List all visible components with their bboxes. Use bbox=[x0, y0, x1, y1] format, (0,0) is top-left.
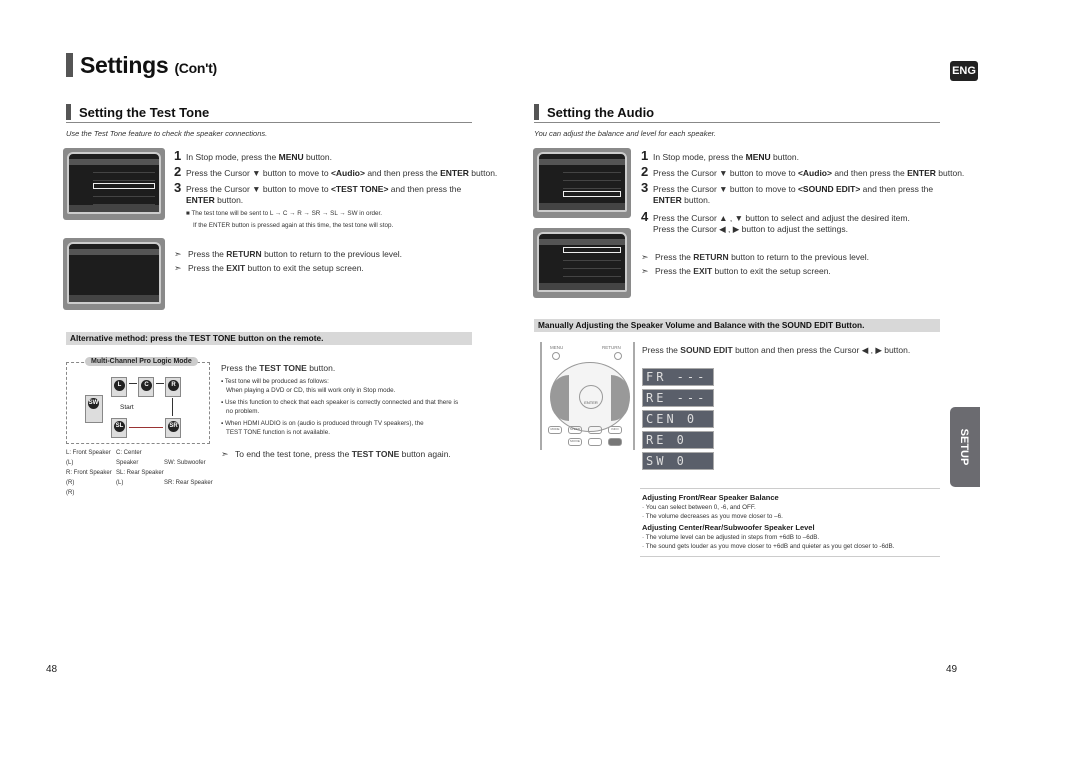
step-3-note-1: ■ The test tone will be sent to L → C → … bbox=[186, 210, 383, 217]
step-3: 3 Press the Cursor ▼ button to move to <T… bbox=[174, 180, 462, 205]
remote-speed-button: SPEED bbox=[568, 426, 582, 434]
arrow-tip-icon: ➣ bbox=[641, 266, 649, 276]
remote-right-button bbox=[611, 375, 629, 421]
lcd-subwoofer: SW 0 bbox=[642, 452, 714, 470]
info-divider-top bbox=[640, 488, 940, 489]
tip-return: ➣ Press the RETURN button to return to th… bbox=[174, 249, 403, 259]
arrow-sr-sl bbox=[129, 427, 163, 428]
remote-movie-button: MOVIE bbox=[568, 438, 582, 446]
remote-return-button bbox=[614, 352, 622, 360]
alternative-method-bar: Alternative method: press the TEST TONE … bbox=[66, 332, 472, 345]
remote-left-button bbox=[551, 375, 569, 421]
info-divider-bottom bbox=[640, 556, 940, 557]
remote-test-tone-button bbox=[588, 438, 602, 446]
remote-dpad: ENTER bbox=[550, 362, 630, 432]
step-2: 2 Press the Cursor ▼ button to move to <A… bbox=[174, 164, 498, 179]
page-title: Settings (Con't) bbox=[80, 52, 217, 79]
remote-return-label: RETURN bbox=[602, 345, 621, 350]
remote-sound-edit-button bbox=[608, 438, 622, 446]
alt-lead: Press the TEST TONE button. bbox=[221, 363, 336, 373]
tip-return: ➣ Press the RETURN button to return to th… bbox=[641, 252, 870, 262]
step-3: 3 Press the Cursor ▼ button to move to <S… bbox=[641, 180, 934, 205]
remote-enter-button: ENTER bbox=[579, 385, 603, 409]
manual-adjust-bar: Manually Adjusting the Speaker Volume an… bbox=[534, 319, 940, 332]
section-title-test-tone: Setting the Test Tone bbox=[79, 105, 210, 120]
arrow-l-c bbox=[129, 383, 137, 384]
title-bar-accent bbox=[66, 53, 73, 77]
speaker-subwoofer: SW bbox=[85, 395, 103, 423]
lcd-center: CEN 0 bbox=[642, 410, 714, 428]
level-title: Adjusting Center/Rear/Subwoofer Speaker … bbox=[642, 523, 815, 532]
sound-edit-lead: Press the SOUND EDIT button and then pre… bbox=[642, 345, 911, 355]
section-intro: You can adjust the balance and level for… bbox=[534, 129, 716, 138]
section-bar-accent bbox=[534, 104, 539, 120]
remote-mode-button: MODE bbox=[548, 426, 562, 434]
arrow-tip-icon: ➣ bbox=[174, 263, 182, 273]
speaker-center: C bbox=[138, 377, 154, 397]
menu-screenshot-sound-edit bbox=[533, 148, 631, 218]
page-number-right: 49 bbox=[946, 664, 958, 675]
remote-illustration: MENU RETURN ENTER MODE SPEED INFO MOVIE bbox=[540, 342, 635, 450]
lcd-rear: RE ---◇--- bbox=[642, 389, 714, 421]
speaker-rear-right: SR bbox=[165, 418, 181, 438]
step-2: 2 Press the Cursor ▼ button to move to <A… bbox=[641, 164, 965, 179]
remote-menu-button bbox=[552, 352, 560, 360]
arrow-tip-icon: ➣ bbox=[221, 449, 229, 459]
setup-side-tab: SETUP bbox=[950, 407, 980, 487]
language-badge: ENG bbox=[950, 61, 978, 81]
lcd-rear-level: RE 0 bbox=[642, 431, 714, 449]
page-number-left: 48 bbox=[46, 664, 58, 675]
tip-end-test-tone: ➣ To end the test tone, press the TEST TO… bbox=[221, 449, 451, 459]
arrow-tip-icon: ➣ bbox=[174, 249, 182, 259]
menu-screenshot-audio bbox=[63, 148, 165, 220]
test-tone-screenshot bbox=[63, 238, 165, 310]
speaker-front-left: L bbox=[111, 377, 127, 397]
section-intro: Use the Test Tone feature to check the s… bbox=[66, 129, 268, 138]
level-bullets: · The volume level can be adjusted in st… bbox=[642, 534, 895, 550]
step-1: 1 In Stop mode, press the MENU button. bbox=[174, 148, 332, 163]
section-divider bbox=[534, 122, 940, 123]
page-title-text: Settings bbox=[80, 52, 169, 78]
start-label: Start bbox=[120, 404, 134, 411]
remote-blank-button bbox=[588, 426, 602, 434]
arrow-tip-icon: ➣ bbox=[641, 252, 649, 262]
remote-info-button: INFO bbox=[608, 426, 622, 434]
speaker-rear-left: SL bbox=[111, 418, 127, 438]
sound-edit-screenshot bbox=[533, 228, 631, 298]
lcd-front: FR ---◇--- bbox=[642, 368, 714, 400]
tip-exit: ➣ Press the EXIT button to exit the setup… bbox=[641, 266, 831, 276]
diagram-title: Multi-Channel Pro Logic Mode bbox=[85, 357, 198, 366]
page-title-suffix: (Con't) bbox=[174, 60, 217, 76]
arrow-c-r bbox=[156, 383, 164, 384]
section-bar-accent bbox=[66, 104, 71, 120]
step-3-note-2: If the ENTER button is pressed again at … bbox=[193, 222, 394, 229]
balance-title: Adjusting Front/Rear Speaker Balance bbox=[642, 493, 779, 502]
arrow-r-sr bbox=[172, 398, 173, 416]
alt-bullets: ▪ Test tone will be produced as follows:… bbox=[221, 378, 459, 436]
remote-menu-label: MENU bbox=[550, 345, 564, 350]
balance-bullets: · You can select between 0, -6, and OFF.… bbox=[642, 504, 783, 520]
step-1: 1 In Stop mode, press the MENU button. bbox=[641, 148, 799, 163]
speaker-legend: L: Front Speaker (L)C: Center Speaker SW:… bbox=[66, 450, 213, 496]
tip-exit: ➣ Press the EXIT button to exit the setup… bbox=[174, 263, 364, 273]
speaker-front-right: R bbox=[165, 377, 181, 397]
section-divider bbox=[66, 122, 472, 123]
step-4: 4 Press the Cursor ▲ , ▼ button to select… bbox=[641, 209, 910, 234]
section-title-audio: Setting the Audio bbox=[547, 105, 655, 120]
